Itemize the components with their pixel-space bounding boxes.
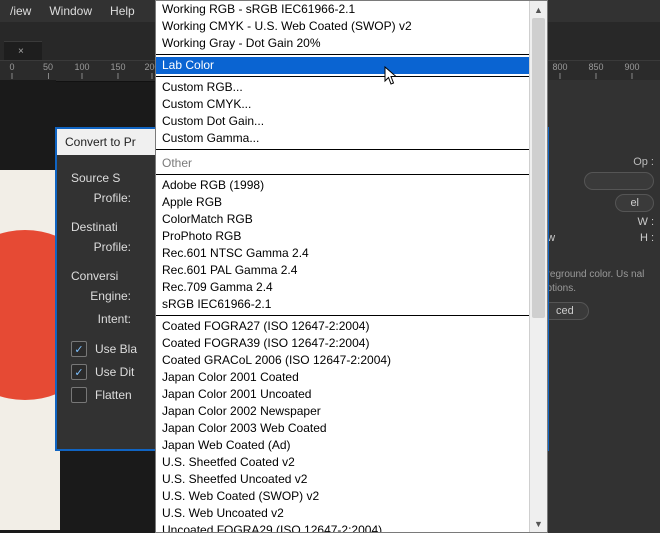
dropdown-item[interactable]: Custom CMYK... <box>156 96 530 113</box>
scroll-up-icon[interactable]: ▲ <box>530 1 547 18</box>
close-icon[interactable]: × <box>18 46 24 57</box>
dropdown-item[interactable]: Working CMYK - U.S. Web Coated (SWOP) v2 <box>156 18 530 35</box>
width-label: W : <box>638 216 655 228</box>
dropdown-item[interactable]: Coated FOGRA39 (ISO 12647-2:2004) <box>156 335 530 352</box>
dropdown-item[interactable]: Apple RGB <box>156 194 530 211</box>
panel-button[interactable] <box>584 172 654 190</box>
engine-label: Engine: <box>71 289 131 303</box>
dropdown-item[interactable]: Working Gray - Dot Gain 20% <box>156 35 530 52</box>
scrollbar[interactable]: ▲ ▼ <box>529 1 547 532</box>
scroll-track[interactable] <box>530 18 547 515</box>
scroll-thumb[interactable] <box>532 18 545 318</box>
dropdown-item[interactable]: Lab Color <box>156 57 530 74</box>
profile-dropdown-list[interactable]: Working RGB - sRGB IEC61966-2.1Working C… <box>155 0 548 533</box>
dropdown-item[interactable]: Custom RGB... <box>156 79 530 96</box>
cancel-button-aux[interactable]: el <box>615 194 654 212</box>
advanced-button[interactable]: ced <box>541 302 589 320</box>
dropdown-item[interactable]: Coated GRACoL 2006 (ISO 12647-2:2004) <box>156 352 530 369</box>
dropdown-item[interactable]: U.S. Sheetfed Coated v2 <box>156 454 530 471</box>
dropdown-item[interactable]: sRGB IEC61966-2.1 <box>156 296 530 313</box>
dropdown-item[interactable]: ColorMatch RGB <box>156 211 530 228</box>
dropdown-item[interactable]: Custom Dot Gain... <box>156 113 530 130</box>
black-point-label: Use Bla <box>95 342 137 356</box>
artwork-circle <box>0 230 60 400</box>
dropdown-item[interactable]: Rec.709 Gamma 2.4 <box>156 279 530 296</box>
ruler-tick: 850 <box>588 63 603 79</box>
ruler-tick: 150 <box>110 63 125 79</box>
dropdown-item[interactable]: Japan Color 2001 Coated <box>156 369 530 386</box>
dropdown-item[interactable]: Adobe RGB (1998) <box>156 177 530 194</box>
dropdown-item[interactable]: Japan Color 2001 Uncoated <box>156 386 530 403</box>
dropdown-item[interactable]: Japan Color 2002 Newspaper <box>156 403 530 420</box>
ruler-tick: 50 <box>43 63 53 79</box>
opacity-label: Op : <box>541 156 654 168</box>
flatten-label: Flatten <box>95 388 132 402</box>
dropdown-item[interactable]: U.S. Web Uncoated v2 <box>156 505 530 522</box>
ruler-tick: 900 <box>624 63 639 79</box>
intent-label: Intent: <box>71 312 131 326</box>
dropdown-item[interactable]: Working RGB - sRGB IEC61966-2.1 <box>156 1 530 18</box>
ruler-tick: 800 <box>552 63 567 79</box>
hint-text: oreground color. Us nal options. <box>541 268 651 296</box>
separator <box>156 174 530 175</box>
dropdown-item[interactable]: ProPhoto RGB <box>156 228 530 245</box>
ruler-tick: 100 <box>74 63 89 79</box>
dropdown-item[interactable]: Rec.601 NTSC Gamma 2.4 <box>156 245 530 262</box>
separator <box>156 315 530 316</box>
document-tab[interactable]: × <box>4 41 42 60</box>
separator <box>156 149 530 150</box>
dropdown-group-header: Other <box>156 152 530 172</box>
separator <box>156 54 530 55</box>
dropdown-item[interactable]: Japan Web Coated (Ad) <box>156 437 530 454</box>
dropdown-item[interactable]: U.S. Web Coated (SWOP) v2 <box>156 488 530 505</box>
dropdown-item[interactable]: Rec.601 PAL Gamma 2.4 <box>156 262 530 279</box>
dialog-title: Convert to Pr <box>65 135 136 149</box>
flatten-checkbox[interactable] <box>71 387 87 403</box>
menu-item-window[interactable]: Window <box>49 4 92 18</box>
options-panel: Op : el W : ew H : oreground color. Us n… <box>535 80 660 533</box>
dropdown-item[interactable]: Coated FOGRA27 (ISO 12647-2:2004) <box>156 318 530 335</box>
black-point-checkbox[interactable] <box>71 341 87 357</box>
dropdown-item[interactable]: Custom Gamma... <box>156 130 530 147</box>
dropdown-item[interactable]: U.S. Sheetfed Uncoated v2 <box>156 471 530 488</box>
menu-item-help[interactable]: Help <box>110 4 135 18</box>
dither-label: Use Dit <box>95 365 134 379</box>
height-label: H : <box>640 232 654 244</box>
dest-profile-label: Profile: <box>71 240 131 254</box>
dropdown-item[interactable]: Japan Color 2003 Web Coated <box>156 420 530 437</box>
dither-checkbox[interactable] <box>71 364 87 380</box>
ruler-tick: 0 <box>9 63 14 79</box>
artboard <box>0 170 60 530</box>
source-profile-label: Profile: <box>71 191 131 205</box>
scroll-down-icon[interactable]: ▼ <box>530 515 547 532</box>
separator <box>156 76 530 77</box>
dropdown-item[interactable]: Uncoated FOGRA29 (ISO 12647-2:2004) <box>156 522 530 532</box>
menu-item-view[interactable]: /iew <box>10 4 31 18</box>
